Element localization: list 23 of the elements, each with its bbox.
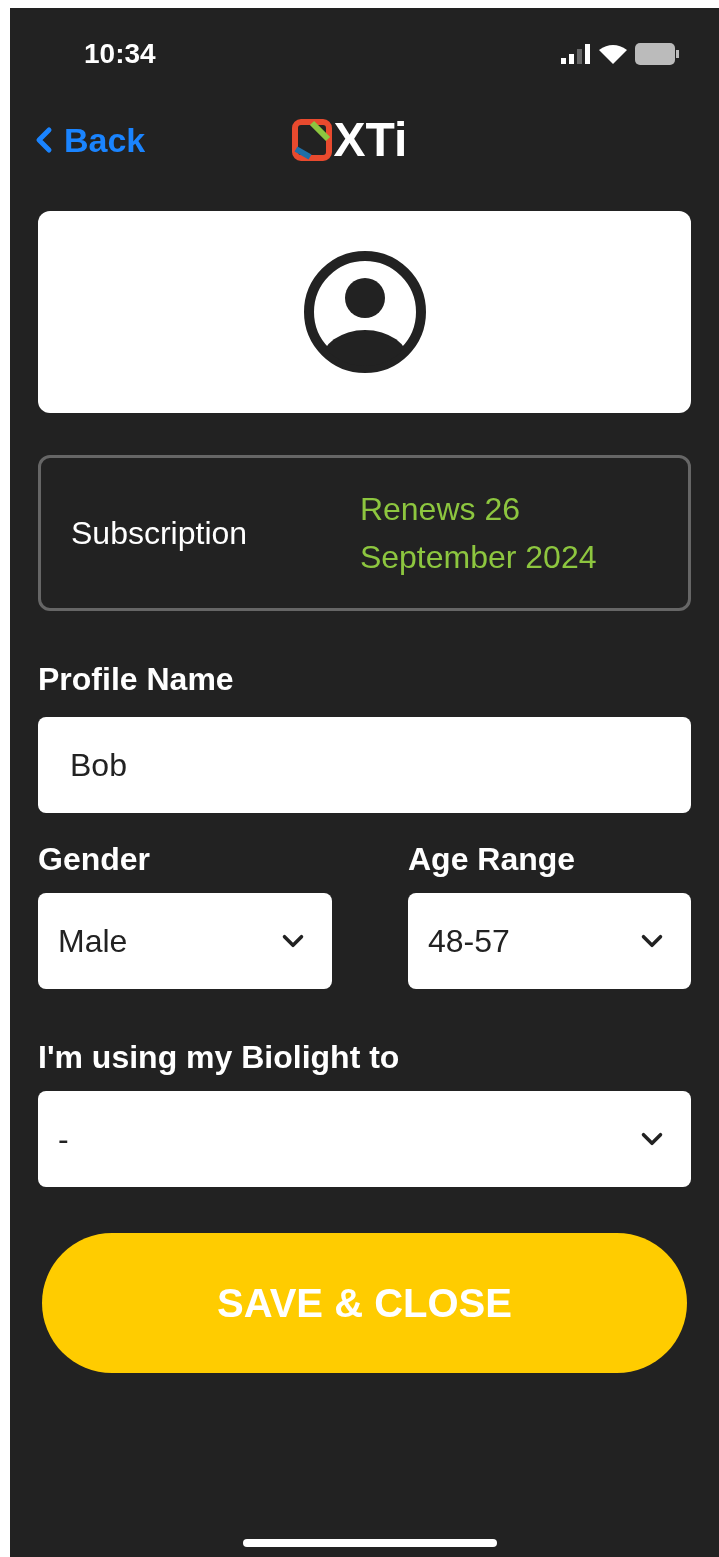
dropdown-field[interactable]: Male: [38, 893, 332, 989]
field-label: I'm using my Biolight to: [38, 1041, 401, 1073]
wifi-icon: [599, 44, 627, 64]
dropdown-value: -: [58, 1120, 69, 1159]
field-label: Profile Name: [38, 663, 235, 695]
dropdown-field[interactable]: -: [38, 1091, 691, 1187]
subscription-label: Subscription: [71, 514, 249, 553]
dropdown-value: 48-57: [428, 922, 510, 961]
subscription-renewal: Renews 26 September 2024: [359, 490, 598, 577]
user-avatar-icon: [302, 250, 427, 374]
signal-icon: [561, 44, 591, 64]
logo-icon: [291, 119, 332, 161]
status-time: 10:34: [84, 37, 156, 71]
back-button[interactable]: Back: [24, 114, 146, 166]
avatar-card[interactable]: [38, 211, 691, 413]
logo-text: XTi: [333, 116, 408, 164]
field-value: Bob: [70, 746, 127, 785]
dropdown-field[interactable]: 48-57: [408, 893, 691, 989]
field-label: Gender: [38, 843, 152, 875]
field-label: Age Range: [408, 843, 577, 875]
battery-icon: [635, 43, 679, 65]
profile-name-field[interactable]: Bob: [38, 717, 691, 813]
dropdown-value: Male: [58, 922, 128, 961]
